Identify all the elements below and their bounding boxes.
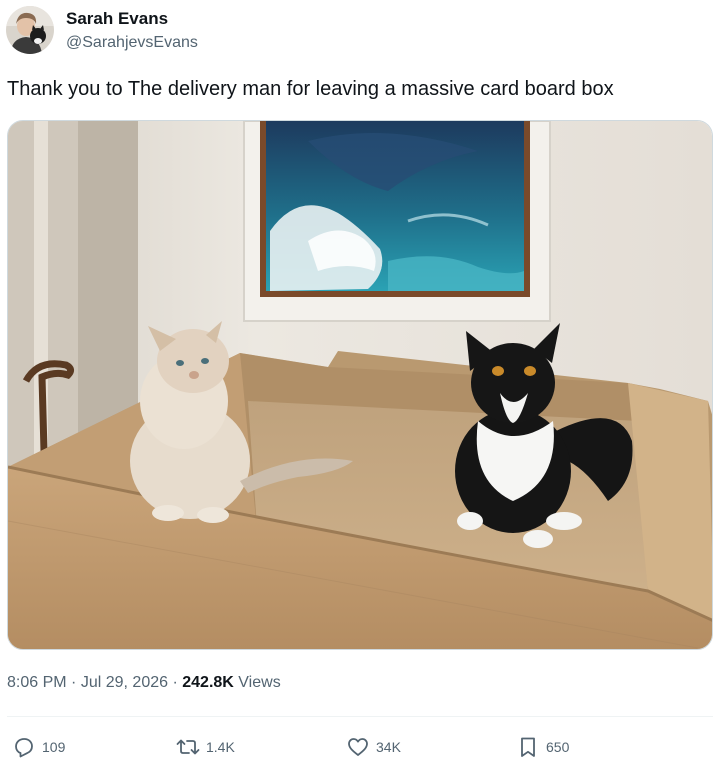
author-display-name[interactable]: Sarah Evans: [66, 8, 198, 30]
views-count: 242.8K: [182, 674, 234, 691]
tweet-time: 8:06 PM: [7, 674, 67, 691]
photo-cats-in-box: [8, 121, 712, 649]
bookmark-icon: [521, 737, 535, 757]
bookmark-button[interactable]: 650: [516, 733, 569, 761]
tweet-photo[interactable]: [7, 120, 713, 650]
repost-button[interactable]: 1.4K: [176, 733, 235, 761]
bookmark-count: 650: [546, 739, 570, 755]
reply-button[interactable]: 109: [12, 733, 65, 761]
repost-count: 1.4K: [206, 739, 235, 755]
action-bar: 109 1.4K 34K 650: [0, 733, 720, 761]
like-button[interactable]: 34K: [346, 733, 401, 761]
reply-count: 109: [42, 739, 66, 755]
repost-icon: [176, 739, 200, 755]
tweet-date: Jul 29, 2026: [80, 674, 169, 691]
author-names: Sarah Evans @SarahjevsEvans: [66, 8, 198, 56]
reply-icon: [15, 738, 33, 758]
views-label: Views: [238, 674, 281, 691]
tweet-header: Sarah Evans @SarahjevsEvans: [6, 6, 198, 56]
author-handle[interactable]: @SarahjevsEvans: [66, 30, 198, 56]
tweet-card: Sarah Evans @SarahjevsEvans Thank you to…: [0, 0, 720, 765]
avatar[interactable]: [6, 6, 54, 54]
tweet-meta: 8:06 PM · Jul 29, 2026 · 242.8K Views: [7, 672, 281, 694]
meta-separator: ·: [172, 674, 178, 691]
heart-icon: [348, 738, 368, 756]
divider: [7, 716, 713, 717]
like-count: 34K: [376, 739, 401, 755]
tweet-timestamp[interactable]: 8:06 PM · Jul 29, 2026: [7, 674, 168, 691]
tweet-text: Thank you to The delivery man for leavin…: [7, 78, 614, 100]
meta-separator: ·: [71, 674, 77, 691]
